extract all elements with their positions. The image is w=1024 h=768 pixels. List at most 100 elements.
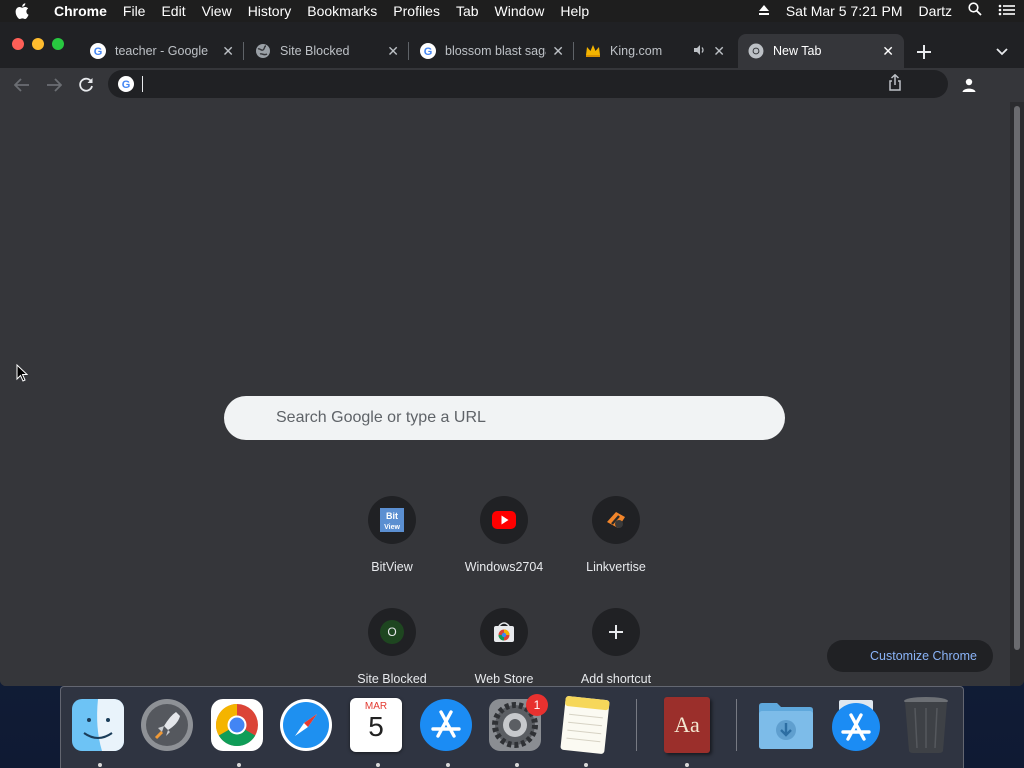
eject-icon[interactable] bbox=[750, 0, 778, 22]
new-tab-page: BitView BitView Windows2704 Linkvertise … bbox=[0, 102, 1010, 686]
svg-text:G: G bbox=[94, 46, 103, 58]
google-icon: G bbox=[118, 76, 134, 92]
running-indicator bbox=[237, 763, 241, 767]
notification-center-icon[interactable] bbox=[990, 0, 1024, 22]
close-tab-icon[interactable]: ✕ bbox=[552, 43, 564, 60]
tab-blossom-blast[interactable]: G blossom blast saga ✕ bbox=[410, 34, 574, 68]
menu-app-name[interactable]: Chrome bbox=[44, 0, 115, 22]
text-caret bbox=[142, 76, 143, 92]
browser-toolbar: G bbox=[0, 68, 1024, 102]
profile-avatar-icon[interactable] bbox=[957, 73, 981, 97]
zoom-window-button[interactable] bbox=[52, 38, 64, 50]
chrome-icon bbox=[748, 43, 764, 59]
menu-view[interactable]: View bbox=[194, 0, 240, 22]
dock-app-store-download-icon[interactable] bbox=[827, 695, 885, 755]
shortcut-label: Add shortcut bbox=[580, 672, 652, 686]
close-window-button[interactable] bbox=[12, 38, 24, 50]
dock-chrome-icon[interactable] bbox=[208, 695, 266, 755]
shortcut-bitview[interactable]: Bit View BitView bbox=[336, 496, 448, 596]
window-controls bbox=[12, 38, 64, 50]
shortcut-add[interactable]: Add shortcut bbox=[560, 608, 672, 686]
menu-help[interactable]: Help bbox=[552, 0, 597, 22]
tab-new-tab[interactable]: New Tab ✕ bbox=[738, 34, 904, 68]
shortcut-linkvertise[interactable]: Linkvertise bbox=[560, 496, 672, 596]
dock-divider bbox=[736, 699, 737, 751]
dictionary-label: Aa bbox=[674, 712, 700, 737]
dock-dictionary-icon[interactable]: Aa bbox=[658, 695, 716, 755]
address-bar[interactable]: G bbox=[108, 70, 948, 98]
audio-playing-icon[interactable] bbox=[693, 44, 707, 59]
menu-profiles[interactable]: Profiles bbox=[385, 0, 448, 22]
tab-label: New Tab bbox=[773, 44, 822, 58]
letter-o-icon: O bbox=[380, 620, 404, 644]
running-indicator bbox=[685, 763, 689, 767]
close-tab-icon[interactable]: ✕ bbox=[713, 43, 725, 60]
tab-king[interactable]: King.com ✕ bbox=[575, 34, 735, 68]
menu-tab[interactable]: Tab bbox=[448, 0, 487, 22]
menu-bar: Chrome File Edit View History Bookmarks … bbox=[0, 0, 1024, 22]
shortcut-label: BitView bbox=[371, 560, 413, 574]
close-tab-icon[interactable]: ✕ bbox=[222, 43, 234, 60]
dock-safari-icon[interactable] bbox=[277, 695, 335, 755]
dock-notes-icon[interactable] bbox=[556, 695, 614, 755]
new-tab-button[interactable] bbox=[912, 40, 936, 64]
shortcut-label: Web Store bbox=[474, 672, 534, 686]
menu-file[interactable]: File bbox=[115, 0, 154, 22]
running-indicator bbox=[515, 763, 519, 767]
tab-teacher-google[interactable]: G teacher - Google ✕ bbox=[80, 34, 244, 68]
menu-window[interactable]: Window bbox=[487, 0, 553, 22]
menu-bookmarks[interactable]: Bookmarks bbox=[299, 0, 385, 22]
back-arrow-icon[interactable] bbox=[10, 73, 34, 97]
calendar-day: 5 bbox=[368, 711, 384, 742]
dock-launchpad-icon[interactable] bbox=[138, 695, 196, 755]
chrome-window: G teacher - Google ✕ Site Blocked ✕ G bl… bbox=[0, 22, 1024, 686]
minimize-window-button[interactable] bbox=[32, 38, 44, 50]
svg-text:Bit: Bit bbox=[386, 511, 398, 521]
apple-menu-icon[interactable] bbox=[0, 3, 44, 19]
address-input[interactable] bbox=[151, 76, 871, 92]
tab-search-chevron-down-icon[interactable] bbox=[990, 40, 1014, 64]
shortcut-site-blocked[interactable]: O Site Blocked bbox=[336, 608, 448, 686]
google-icon: G bbox=[420, 43, 436, 59]
plus-icon bbox=[609, 625, 623, 639]
svg-text:View: View bbox=[384, 524, 400, 531]
search-box[interactable] bbox=[224, 396, 785, 440]
dock: MAR 5 1 Aa bbox=[60, 686, 964, 768]
menu-clock[interactable]: Sat Mar 5 7:21 PM bbox=[778, 0, 911, 22]
shortcut-icon-circle bbox=[480, 608, 528, 656]
scrollbar-thumb[interactable] bbox=[1014, 106, 1020, 650]
dock-finder-icon[interactable] bbox=[69, 695, 127, 755]
customize-chrome-button[interactable]: Customize Chrome bbox=[827, 640, 993, 672]
search-input[interactable] bbox=[276, 409, 776, 427]
menu-user[interactable]: Dartz bbox=[911, 0, 960, 22]
dock-trash-icon[interactable] bbox=[897, 695, 955, 755]
youtube-icon bbox=[492, 511, 516, 529]
tab-label: King.com bbox=[610, 44, 663, 58]
svg-text:G: G bbox=[424, 46, 433, 58]
shortcut-web-store[interactable]: Web Store bbox=[448, 608, 560, 686]
close-tab-icon[interactable]: ✕ bbox=[387, 43, 399, 60]
web-store-icon bbox=[494, 622, 514, 642]
dock-app-store-icon[interactable] bbox=[417, 695, 475, 755]
close-tab-icon[interactable]: ✕ bbox=[882, 43, 894, 60]
dock-calendar-icon[interactable]: MAR 5 bbox=[347, 695, 405, 755]
dock-downloads-folder-icon[interactable] bbox=[757, 695, 815, 755]
shortcut-label: Site Blocked bbox=[357, 672, 427, 686]
tab-label: teacher - Google bbox=[115, 44, 209, 58]
spotlight-search-icon[interactable] bbox=[960, 0, 990, 22]
dock-system-preferences-icon[interactable]: 1 bbox=[486, 694, 548, 755]
shortcut-icon-circle bbox=[592, 496, 640, 544]
menu-history[interactable]: History bbox=[240, 0, 300, 22]
shortcut-windows2704[interactable]: Windows2704 bbox=[448, 496, 560, 596]
reload-icon[interactable] bbox=[74, 73, 98, 97]
running-indicator bbox=[584, 763, 588, 767]
forward-arrow-icon[interactable] bbox=[42, 73, 66, 97]
shortcut-icon-circle bbox=[592, 608, 640, 656]
tab-label: Site Blocked bbox=[280, 44, 350, 58]
menu-edit[interactable]: Edit bbox=[153, 0, 193, 22]
tab-site-blocked[interactable]: Site Blocked ✕ bbox=[245, 34, 409, 68]
share-icon[interactable] bbox=[888, 73, 908, 94]
bitview-icon: Bit View bbox=[380, 508, 404, 532]
page-scrollbar[interactable] bbox=[1010, 102, 1024, 686]
king-crown-icon bbox=[585, 43, 601, 59]
